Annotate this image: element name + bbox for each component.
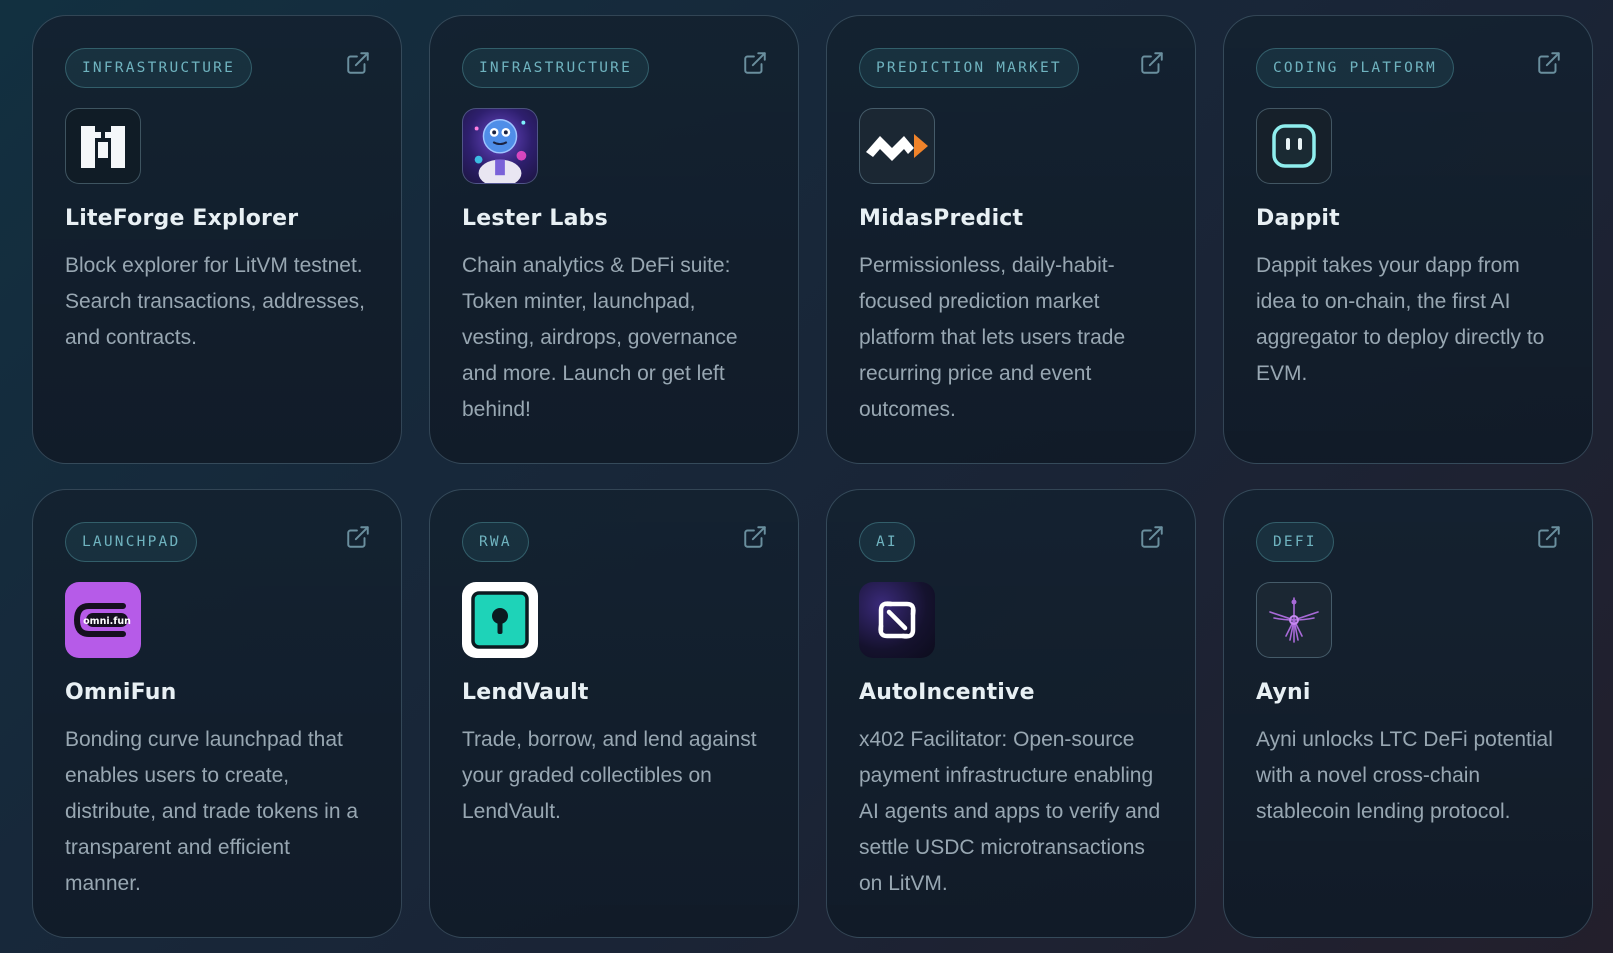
external-link-icon[interactable] <box>345 524 371 550</box>
project-description: Chain analytics & DeFi suite: Token mint… <box>462 254 738 421</box>
external-link-icon[interactable] <box>1536 50 1562 76</box>
dappit-logo <box>1256 108 1332 184</box>
autoincentive-logo <box>859 582 935 658</box>
category-badge: LAUNCHPAD <box>65 522 198 562</box>
category-badge: DEFI <box>1256 522 1334 562</box>
category-badge: CODING PLATFORM <box>1256 48 1454 88</box>
project-grid: INFRASTRUCTURE LiteForge Explorer Block … <box>32 15 1593 938</box>
project-description: Bonding curve launchpad that enables use… <box>65 728 359 895</box>
project-name: Dappit <box>1256 206 1340 231</box>
project-name: Lester Labs <box>462 206 608 231</box>
lendvault-logo <box>462 582 538 658</box>
project-name: Ayni <box>1256 680 1311 705</box>
category-badge: AI <box>859 522 915 562</box>
external-link-icon[interactable] <box>742 50 768 76</box>
project-card-autoincentive[interactable]: AI AutoIncentive x402 Facilitator: Open-… <box>826 489 1196 938</box>
project-name: LendVault <box>462 680 589 705</box>
project-card-lester-labs[interactable]: INFRASTRUCTURE Lester Labs Chain analyti… <box>429 15 799 464</box>
project-card-omnifun[interactable]: LAUNCHPAD omni.fun OmniFun Bonding curve… <box>32 489 402 938</box>
external-link-icon[interactable] <box>1139 524 1165 550</box>
project-description: Block explorer for LitVM testnet. Search… <box>65 254 365 349</box>
external-link-icon[interactable] <box>1139 50 1165 76</box>
category-badge: INFRASTRUCTURE <box>65 48 253 88</box>
project-name: LiteForge Explorer <box>65 206 299 231</box>
project-description: x402 Facilitator: Open-source payment in… <box>859 728 1161 895</box>
project-description: Ayni unlocks LTC DeFi potential with a n… <box>1256 728 1553 823</box>
project-name: MidasPredict <box>859 206 1024 231</box>
project-description: Permissionless, daily-habit-focused pred… <box>859 254 1126 421</box>
category-badge: INFRASTRUCTURE <box>462 48 650 88</box>
category-badge: RWA <box>462 522 529 562</box>
lester-labs-logo <box>462 108 538 184</box>
omnifun-logo: omni.fun <box>65 582 141 658</box>
external-link-icon[interactable] <box>1536 524 1562 550</box>
project-card-liteforge-explorer[interactable]: INFRASTRUCTURE LiteForge Explorer Block … <box>32 15 402 464</box>
midaspredict-logo <box>859 108 935 184</box>
project-description: Dappit takes your dapp from idea to on-c… <box>1256 254 1545 385</box>
project-name: AutoIncentive <box>859 680 1035 705</box>
project-card-midaspredict[interactable]: PREDICTION MARKET MidasPredict Permissio… <box>826 15 1196 464</box>
external-link-icon[interactable] <box>345 50 371 76</box>
ayni-logo <box>1256 582 1332 658</box>
project-card-dappit[interactable]: CODING PLATFORM Dappit Dappit takes your… <box>1223 15 1593 464</box>
liteforge-logo <box>65 108 141 184</box>
project-card-lendvault[interactable]: RWA LendVault Trade, borrow, and lend ag… <box>429 489 799 938</box>
project-description: Trade, borrow, and lend against your gra… <box>462 728 757 823</box>
omnifun-logo-text: omni.fun <box>83 616 131 627</box>
external-link-icon[interactable] <box>742 524 768 550</box>
category-badge: PREDICTION MARKET <box>859 48 1079 88</box>
project-name: OmniFun <box>65 680 177 705</box>
project-card-ayni[interactable]: DEFI Ayni Ayni unlocks LTC DeFi potentia… <box>1223 489 1593 938</box>
